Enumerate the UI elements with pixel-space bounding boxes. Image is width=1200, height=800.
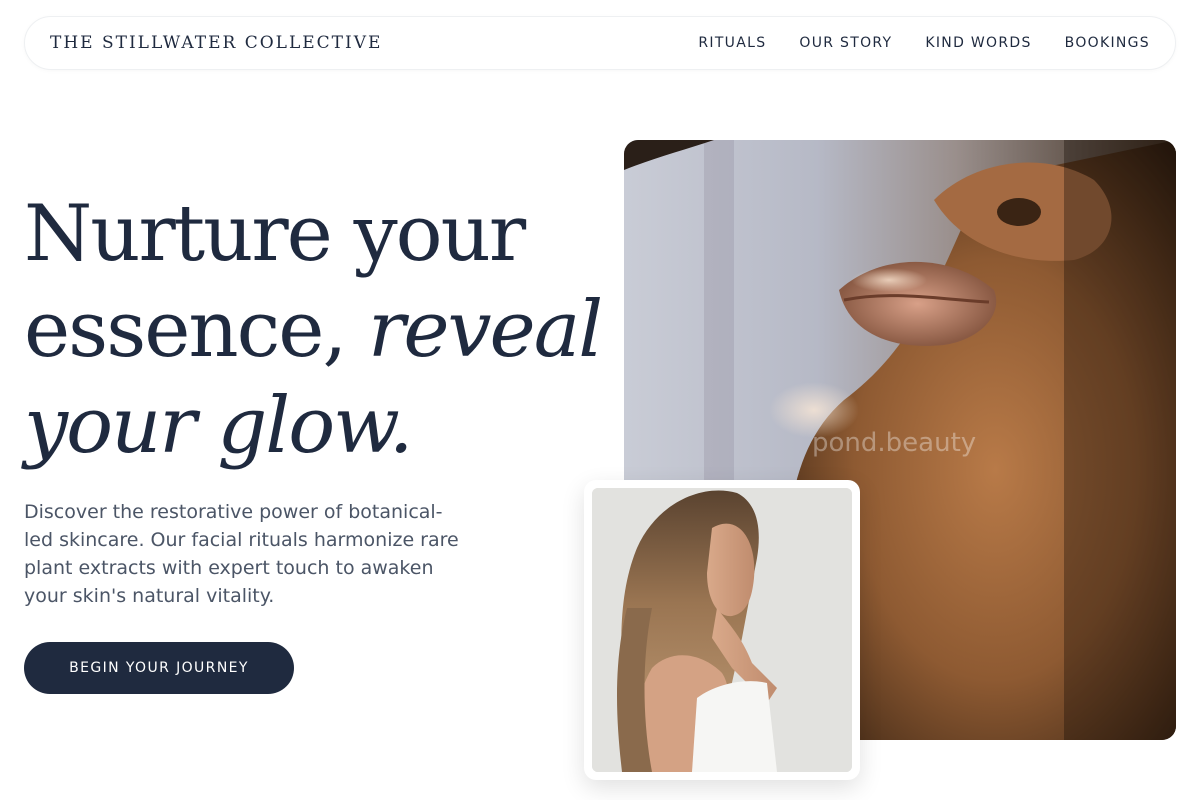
image-watermark: pond.beauty xyxy=(812,428,977,458)
headline-line-2-italic: reveal xyxy=(368,285,603,375)
woman-profile-image xyxy=(592,488,852,772)
hero-secondary-image-card xyxy=(584,480,860,780)
hero-headline: Nurture your essence, reveal your glow. xyxy=(24,186,603,474)
headline-line-3: your glow. xyxy=(24,381,413,471)
nav-link-kind-words[interactable]: KIND WORDS xyxy=(925,35,1031,51)
headline-line-2: essence, reveal xyxy=(24,282,603,378)
site-header: THE STILLWATER COLLECTIVE RITUALS OUR ST… xyxy=(24,16,1176,70)
page: THE STILLWATER COLLECTIVE RITUALS OUR ST… xyxy=(0,0,1200,800)
nav-link-rituals[interactable]: RITUALS xyxy=(698,35,766,51)
nav-link-our-story[interactable]: OUR STORY xyxy=(799,35,892,51)
headline-line-2-plain: essence, xyxy=(24,285,369,375)
hero-description: Discover the restorative power of botani… xyxy=(24,501,459,607)
brand-logo[interactable]: THE STILLWATER COLLECTIVE xyxy=(50,33,382,53)
headline-line-1: Nurture your xyxy=(24,189,526,279)
nav-link-bookings[interactable]: BOOKINGS xyxy=(1065,35,1150,51)
main-nav: RITUALS OUR STORY KIND WORDS BOOKINGS xyxy=(698,35,1150,51)
begin-journey-button[interactable]: BEGIN YOUR JOURNEY xyxy=(24,642,294,694)
